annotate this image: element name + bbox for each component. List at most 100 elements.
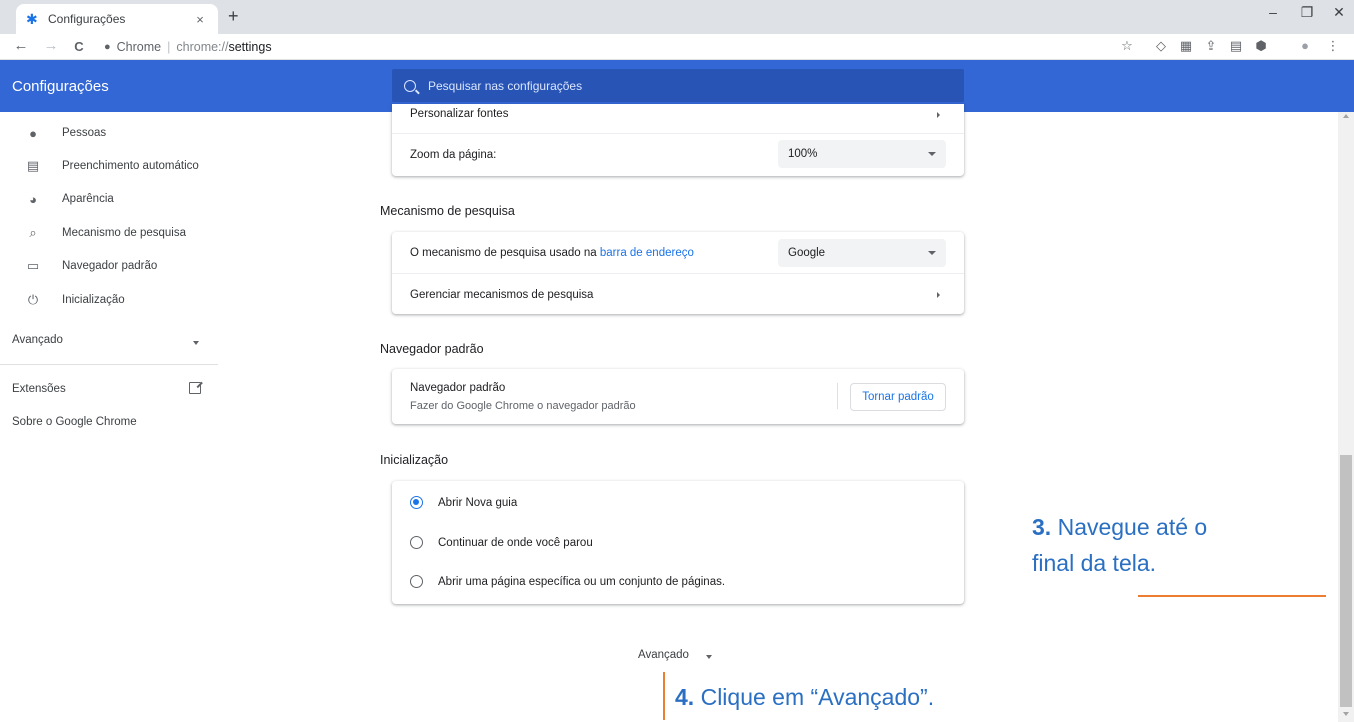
sidebar-advanced[interactable]: Avançado [12,334,63,346]
forward-button[interactable]: → [42,37,60,54]
chevron-down-icon[interactable] [193,341,199,345]
default-browser-label: Navegador padrão [410,382,506,394]
row-divider [392,273,964,274]
profile-icon[interactable]: ● [1296,38,1314,53]
default-browser-section-title: Navegador padrão [380,342,484,356]
reload-button[interactable]: C [70,39,88,54]
search-engine-value: Google [788,247,826,259]
annotation-step3-line1: 3. Navegue até o [1032,512,1207,542]
search-icon: ⌕ [29,225,37,240]
manage-search-engines-label[interactable]: Gerenciar mecanismos de pesquisa [410,289,593,301]
search-engine-used-text: O mecanismo de pesquisa usado na [410,247,600,259]
omnibox-scheme: chrome:// [176,40,229,54]
close-window-button[interactable]: ✕ [1329,4,1349,21]
restore-button[interactable]: ❐ [1297,4,1317,21]
sidebar-item-autofill[interactable]: ▤ Preenchimento automático [0,152,218,180]
back-button[interactable]: ← [12,37,30,54]
address-bar-link[interactable]: barra de endereço [600,247,694,259]
sidebar-item-label: Pessoas [62,127,107,139]
tab-title: Configurações [48,12,126,26]
default-browser-sublabel: Fazer do Google Chrome o navegador padrã… [410,400,636,412]
sidebar-item-people[interactable]: ● Pessoas [0,119,218,147]
chevron-down-icon [928,251,936,255]
arrow-right-icon[interactable] [937,292,940,298]
omnibox-separator: | [167,40,171,54]
startup-option-label[interactable]: Continuar de onde você parou [438,537,593,549]
sidebar-item-default-browser[interactable]: ▭ Navegador padrão [0,252,218,280]
scrollbar-thumb[interactable] [1340,455,1352,707]
radio-specific-pages[interactable] [410,575,423,588]
browser-icon: ▭ [26,258,40,273]
omnibox-site-label: Chrome [116,40,162,54]
annotation-step3-text: Navegue até o [1051,514,1208,540]
chevron-down-icon [928,152,936,156]
sidebar-item-label: Mecanismo de pesquisa [62,227,187,239]
address-bar[interactable]: ● Chrome | chrome:// settings [98,36,1108,58]
page-zoom-select[interactable]: 100% [778,140,946,168]
annotation-step3-line2: final da tela. [1032,550,1157,576]
search-icon [404,79,416,92]
startup-option-label[interactable]: Abrir uma página específica ou um conjun… [438,576,725,588]
extension-icon[interactable]: ⇪ [1202,38,1220,54]
row-divider [392,133,964,134]
annotation-step4-text: Clique em “Avançado”. [694,684,935,710]
tab-strip: ✱ Configurações × + – ❐ ✕ [0,0,1354,34]
browser-toolbar: ← → C ● Chrome | chrome:// settings ☆ ◇ … [0,34,1354,60]
tab-settings[interactable]: ✱ Configurações × [16,4,218,34]
search-placeholder: Pesquisar nas configurações [428,78,583,93]
page-zoom-value: 100% [788,148,818,160]
sidebar-item-search-engine[interactable]: ⌕ Mecanismo de pesquisa [0,219,218,247]
startup-option-label[interactable]: Abrir Nova guia [438,497,517,509]
chrome-icon: ● [104,41,111,53]
omnibox-path: settings [228,40,272,54]
search-engine-section-title: Mecanismo de pesquisa [380,204,515,218]
search-engine-used-label: O mecanismo de pesquisa usado na barra d… [410,247,694,259]
sidebar-item-label: Preenchimento automático [62,160,199,172]
search-input[interactable]: Pesquisar nas configurações [392,69,964,102]
search-engine-select[interactable]: Google [778,239,946,267]
page-zoom-label: Zoom da página: [410,149,497,161]
annotation-step3-underline [1138,595,1326,597]
annotation-step4-line: 4. Clique em “Avançado”. [675,682,934,712]
shield-icon[interactable]: ⬢ [1252,38,1270,54]
radio-open-new-tab[interactable] [410,496,423,509]
chevron-down-icon[interactable] [706,655,712,659]
clipboard-icon: ▤ [26,158,40,173]
scroll-down-icon[interactable] [1343,712,1349,716]
sidebar-item-label: Inicialização [62,294,125,306]
page-title: Configurações [12,78,109,95]
scroll-up-icon[interactable] [1343,114,1349,118]
sidebar-item-startup[interactable]: ⏻ Inicialização [0,286,218,314]
gear-icon: ✱ [26,11,38,27]
search-engine-card: O mecanismo de pesquisa usado na barra d… [392,232,964,314]
advanced-button[interactable]: Avançado [638,649,689,661]
default-browser-card: Navegador padrão Fazer do Google Chrome … [392,369,964,424]
pocket-icon[interactable]: ◇ [1152,38,1170,54]
annotation-step4-number: 4. [675,684,695,710]
sidebar-divider [0,364,218,365]
minimize-button[interactable]: – [1263,4,1283,20]
radio-continue[interactable] [410,536,423,549]
new-tab-button[interactable]: + [228,6,239,27]
bookmark-star-icon[interactable]: ☆ [1118,38,1136,54]
sidebar: ● Pessoas ▤ Preenchimento automático ◕ A… [0,112,218,722]
startup-card: Abrir Nova guia Continuar de onde você p… [392,481,964,604]
customize-fonts-label[interactable]: Personalizar fontes [410,108,508,120]
sidebar-item-appearance[interactable]: ◕ Aparência [0,185,218,213]
sidebar-about[interactable]: Sobre o Google Chrome [12,416,137,428]
palette-icon: ◕ [29,191,37,207]
extension-icon[interactable]: ▤ [1227,38,1245,54]
extension-icon[interactable]: ▦ [1177,38,1195,54]
external-link-icon[interactable] [189,382,201,394]
arrow-right-icon[interactable] [937,112,940,118]
sidebar-item-label: Aparência [62,193,114,205]
menu-icon[interactable]: ⋮ [1324,38,1342,54]
sidebar-extensions[interactable]: Extensões [12,383,66,395]
close-tab-icon[interactable]: × [192,12,208,27]
annotation-step4-bar [663,672,665,720]
make-default-button[interactable]: Tornar padrão [850,383,946,411]
person-icon: ● [29,125,37,141]
appearance-card: Personalizar fontes Zoom da página: 100% [392,104,964,176]
annotation-step4: 4. Clique em “Avançado”. [663,674,1161,722]
startup-section-title: Inicialização [380,453,449,467]
